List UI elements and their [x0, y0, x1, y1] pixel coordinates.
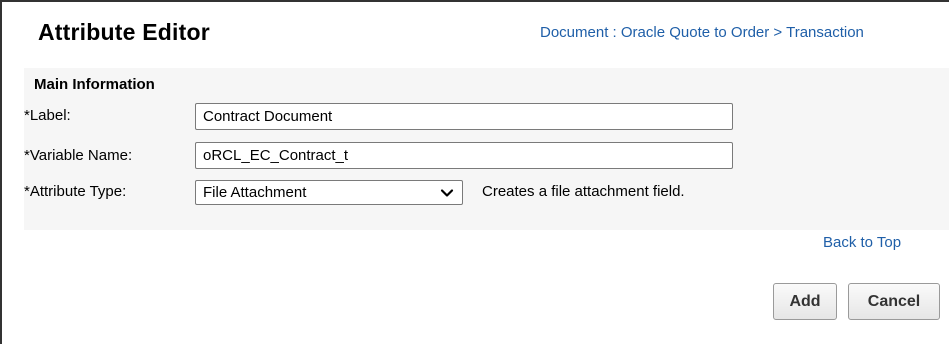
- back-to-top-link[interactable]: Back to Top: [823, 234, 901, 251]
- attribute-type-selected-value: File Attachment: [203, 184, 307, 201]
- section-title: Main Information: [34, 76, 155, 93]
- cancel-button[interactable]: Cancel: [848, 283, 940, 320]
- label-input[interactable]: [195, 103, 733, 130]
- attribute-type-field-label: *Attribute Type:: [24, 183, 127, 200]
- breadcrumb[interactable]: Document : Oracle Quote to Order > Trans…: [540, 24, 864, 41]
- add-button[interactable]: Add: [773, 283, 837, 320]
- attribute-type-description: Creates a file attachment field.: [482, 183, 685, 200]
- attribute-type-select[interactable]: File Attachment: [195, 180, 463, 205]
- chevron-down-icon: [440, 189, 454, 197]
- label-field-label: *Label:: [24, 107, 71, 124]
- variable-name-input[interactable]: [195, 142, 733, 169]
- variable-name-field-label: *Variable Name:: [24, 147, 133, 164]
- page-title: Attribute Editor: [38, 19, 210, 45]
- separator-bar: [24, 230, 949, 254]
